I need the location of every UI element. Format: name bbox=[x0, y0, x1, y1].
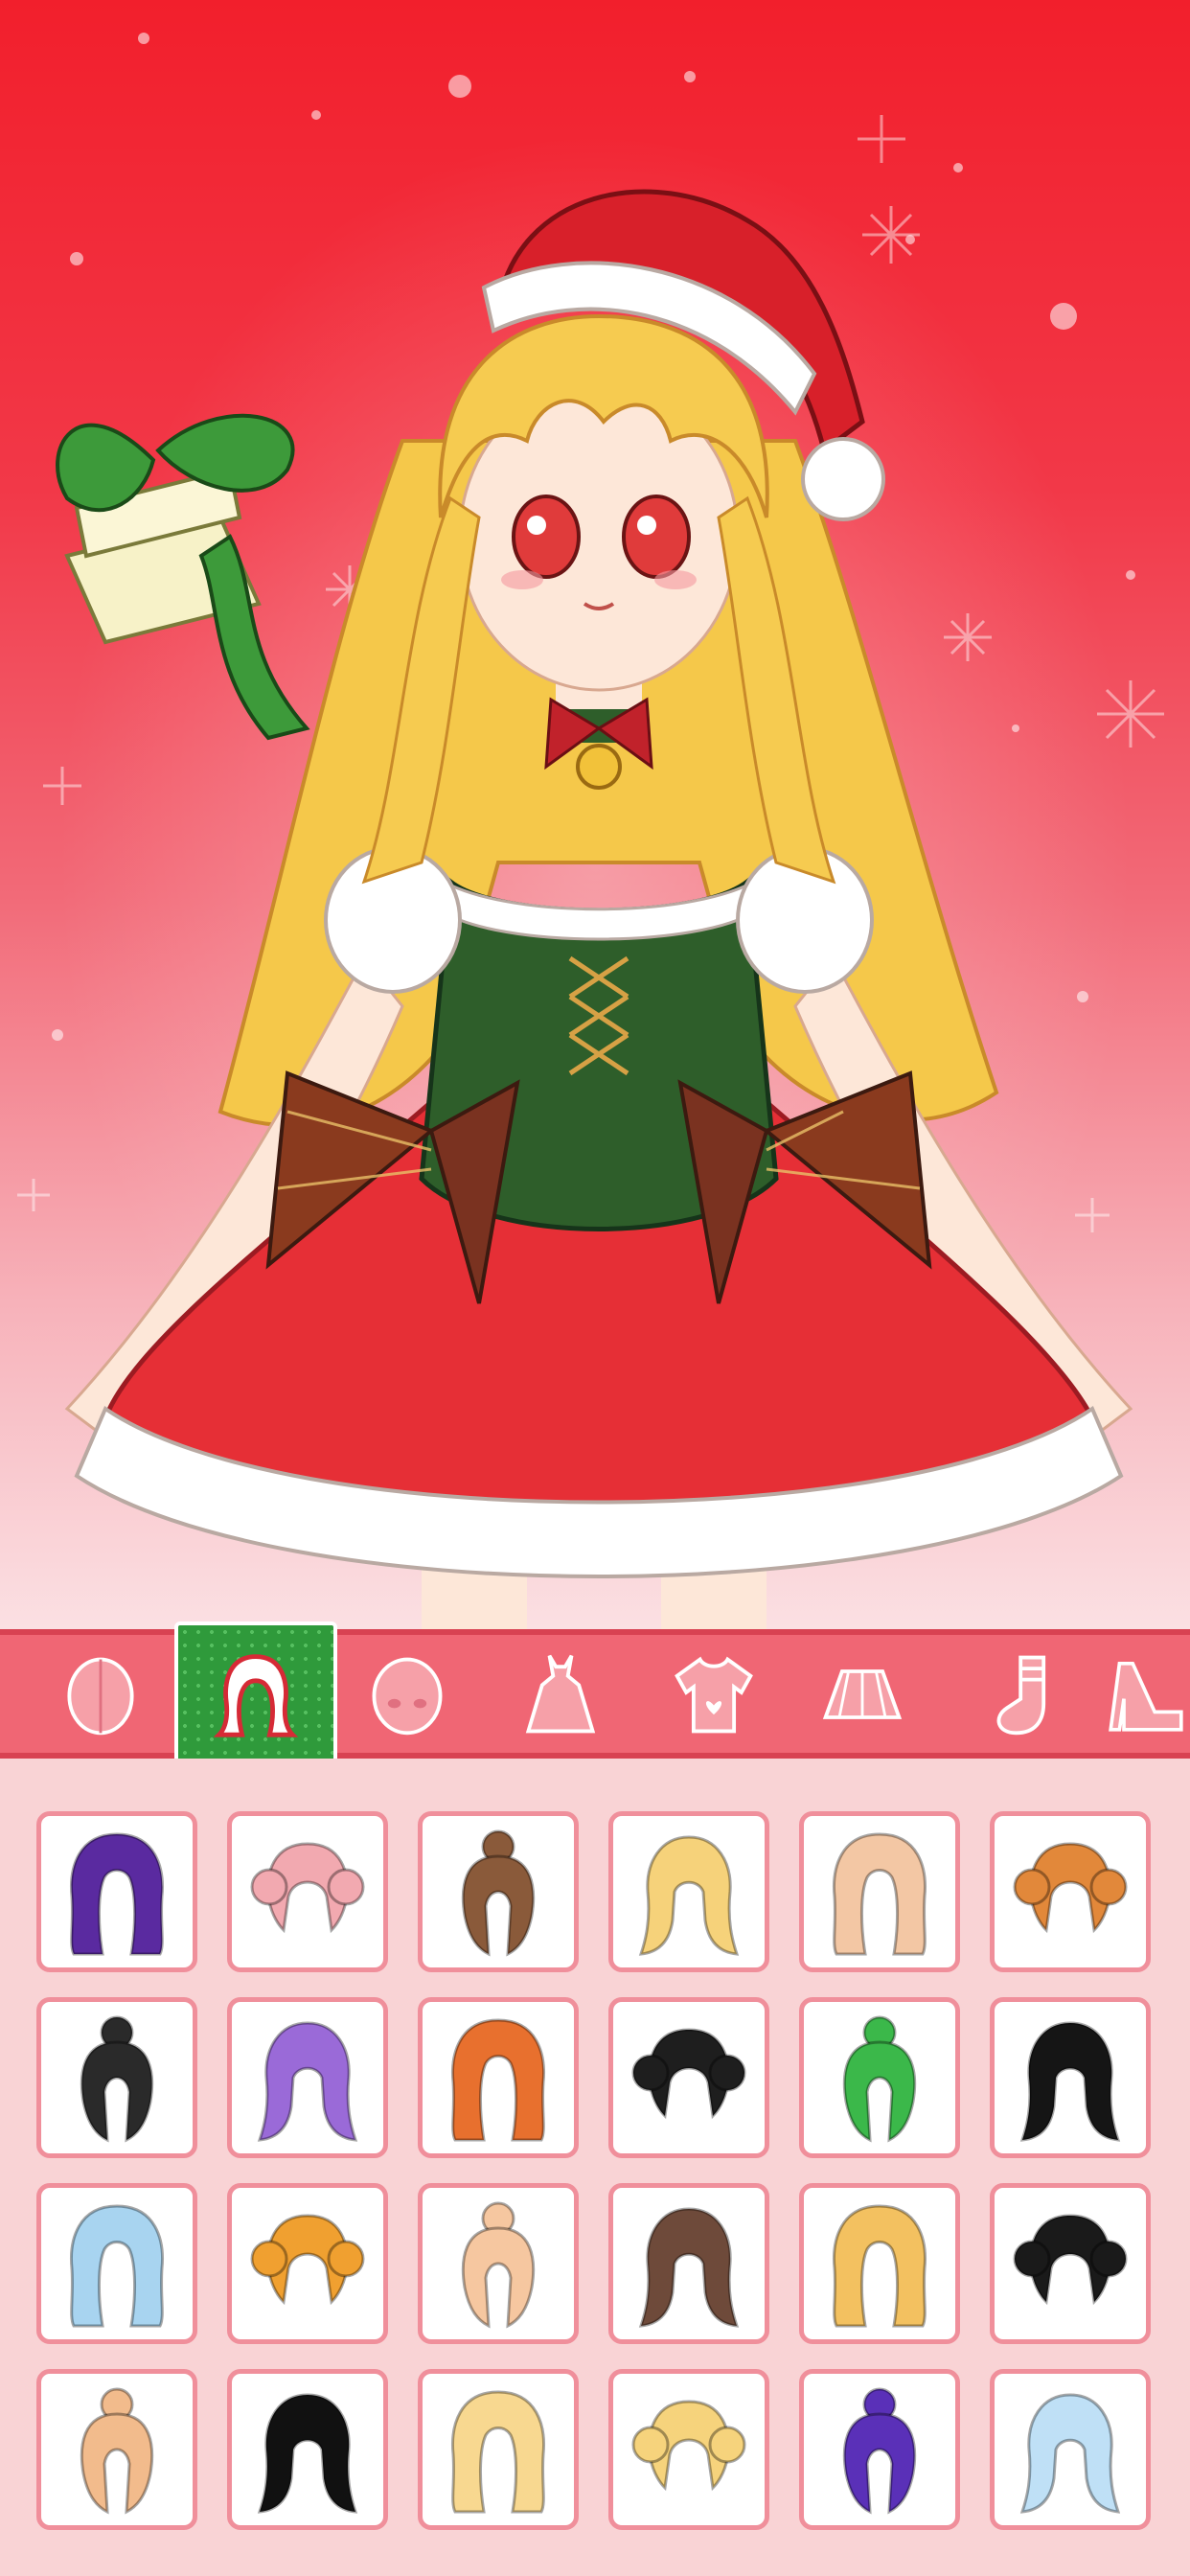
hair-option-5[interactable] bbox=[799, 1811, 960, 1972]
hair-option-8[interactable] bbox=[227, 1997, 388, 2158]
tab-dress[interactable] bbox=[479, 1635, 642, 1753]
hair-style-icon bbox=[631, 2400, 746, 2492]
dress-icon bbox=[525, 1654, 596, 1733]
head-eyes-icon bbox=[372, 1657, 443, 1735]
hair-icon bbox=[213, 1654, 299, 1737]
hair-option-15[interactable] bbox=[418, 2183, 579, 2344]
hair-style-icon bbox=[1019, 2393, 1121, 2514]
hair-option-11[interactable] bbox=[799, 1997, 960, 2158]
hair-option-9[interactable] bbox=[418, 1997, 579, 2158]
hair-option-21[interactable] bbox=[418, 2369, 579, 2530]
hair-style-icon bbox=[70, 1832, 164, 1956]
hair-style-icon bbox=[631, 2028, 746, 2120]
hair-style-icon bbox=[1013, 2214, 1128, 2306]
hair-option-4[interactable] bbox=[608, 1811, 769, 1972]
tab-shoes[interactable] bbox=[1102, 1635, 1190, 1753]
hair-option-16[interactable] bbox=[608, 2183, 769, 2344]
hair-option-22[interactable] bbox=[608, 2369, 769, 2530]
hair-option-24[interactable] bbox=[990, 2369, 1151, 2530]
skirt-icon bbox=[822, 1668, 903, 1719]
character-preview bbox=[0, 0, 1190, 1629]
tab-shirt[interactable] bbox=[632, 1635, 795, 1753]
hair-style-icon bbox=[250, 2214, 365, 2306]
hair-style-icon bbox=[842, 2387, 917, 2515]
hair-style-icon bbox=[257, 2021, 358, 2142]
hair-style-icon bbox=[80, 2015, 154, 2143]
hair-style-icon bbox=[638, 2207, 740, 2328]
hair-option-2[interactable] bbox=[227, 1811, 388, 1972]
hair-option-1[interactable] bbox=[36, 1811, 197, 1972]
hair-style-icon bbox=[638, 1835, 740, 1956]
hair-style-icon bbox=[833, 1832, 927, 1956]
hair-option-10[interactable] bbox=[608, 1997, 769, 2158]
hair-option-23[interactable] bbox=[799, 2369, 960, 2530]
hair-style-icon bbox=[1019, 2021, 1121, 2142]
hair-option-12[interactable] bbox=[990, 1997, 1151, 2158]
hair-style-icon bbox=[842, 2015, 917, 2143]
shirt-icon bbox=[675, 1656, 753, 1733]
hair-style-icon bbox=[451, 2018, 545, 2142]
hair-style-icon bbox=[451, 2390, 545, 2514]
shoe-icon bbox=[1109, 1661, 1183, 1732]
hair-option-20[interactable] bbox=[227, 2369, 388, 2530]
tab-hair[interactable] bbox=[174, 1622, 337, 1784]
sock-icon bbox=[996, 1655, 1046, 1735]
tab-socks[interactable] bbox=[944, 1635, 1107, 1753]
hair-options-panel bbox=[0, 1759, 1190, 2576]
hair-option-19[interactable] bbox=[36, 2369, 197, 2530]
hair-style-icon bbox=[1013, 1842, 1128, 1934]
hair-style-icon bbox=[833, 2204, 927, 2328]
category-toolbar bbox=[0, 1622, 1190, 1784]
hair-option-13[interactable] bbox=[36, 2183, 197, 2344]
hair-option-7[interactable] bbox=[36, 1997, 197, 2158]
tab-head[interactable] bbox=[326, 1635, 489, 1753]
tab-skirt[interactable] bbox=[781, 1635, 944, 1753]
hair-style-icon bbox=[70, 2204, 164, 2328]
hair-option-14[interactable] bbox=[227, 2183, 388, 2344]
hair-option-18[interactable] bbox=[990, 2183, 1151, 2344]
hair-option-6[interactable] bbox=[990, 1811, 1151, 1972]
hair-option-17[interactable] bbox=[799, 2183, 960, 2344]
hair-style-icon bbox=[461, 1829, 536, 1957]
hair-style-icon bbox=[80, 2387, 154, 2515]
face-shape-icon bbox=[67, 1657, 134, 1735]
character-illustration bbox=[17, 33, 1164, 1629]
hair-style-icon bbox=[461, 2201, 536, 2329]
hair-option-3[interactable] bbox=[418, 1811, 579, 1972]
tab-face-shape[interactable] bbox=[19, 1635, 182, 1753]
hair-style-icon bbox=[257, 2393, 358, 2514]
hair-style-icon bbox=[250, 1842, 365, 1934]
